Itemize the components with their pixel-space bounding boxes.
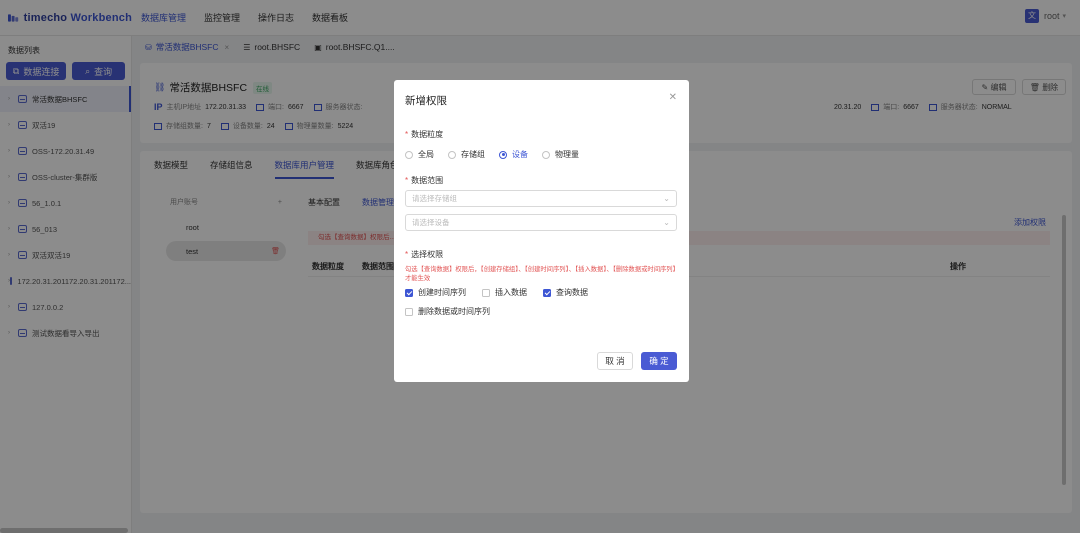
checkbox-query-data[interactable]: 查询数据 [543, 287, 588, 298]
permission-note: 勾选【查询数据】权限后，【创建存储组】、【创建时间序列】、【插入数据】、【删除数… [405, 266, 676, 282]
checkbox-delete-data[interactable]: 删除数据或时间序列 [405, 306, 490, 317]
close-icon[interactable]: ✕ [669, 92, 677, 103]
dialog-title: 新增权限 [405, 95, 447, 107]
add-permission-dialog: 新增权限 ✕ * 数据粒度 全局 存储组 设备 物理量 * 数据范围 请选择存储组 ⌄… [394, 80, 689, 382]
scope-label: * 数据范围 [405, 176, 444, 185]
checkbox-create-timeseries[interactable]: 创建时间序列 [405, 287, 466, 298]
chevron-down-icon: ⌄ [663, 218, 670, 227]
radio-global[interactable]: 全局 [405, 149, 434, 160]
radio-storage-group[interactable]: 存储组 [448, 149, 485, 160]
cancel-button[interactable]: 取 消 [597, 352, 633, 370]
permission-label: * 选择权限 [405, 250, 444, 259]
confirm-button[interactable]: 确 定 [641, 352, 677, 370]
permission-checkboxes: 创建时间序列 插入数据 查询数据 [405, 287, 604, 298]
permission-checkboxes-2: 删除数据或时间序列 [405, 306, 506, 317]
granularity-radio-group: 全局 存储组 设备 物理量 [405, 149, 593, 160]
checkbox-insert-data[interactable]: 插入数据 [482, 287, 527, 298]
storage-group-select[interactable]: 请选择存储组 ⌄ [405, 190, 677, 207]
chevron-down-icon: ⌄ [663, 194, 670, 203]
radio-device[interactable]: 设备 [499, 149, 528, 160]
radio-physical[interactable]: 物理量 [542, 149, 579, 160]
granularity-label: * 数据粒度 [405, 130, 444, 139]
device-select[interactable]: 请选择设备 ⌄ [405, 214, 677, 231]
